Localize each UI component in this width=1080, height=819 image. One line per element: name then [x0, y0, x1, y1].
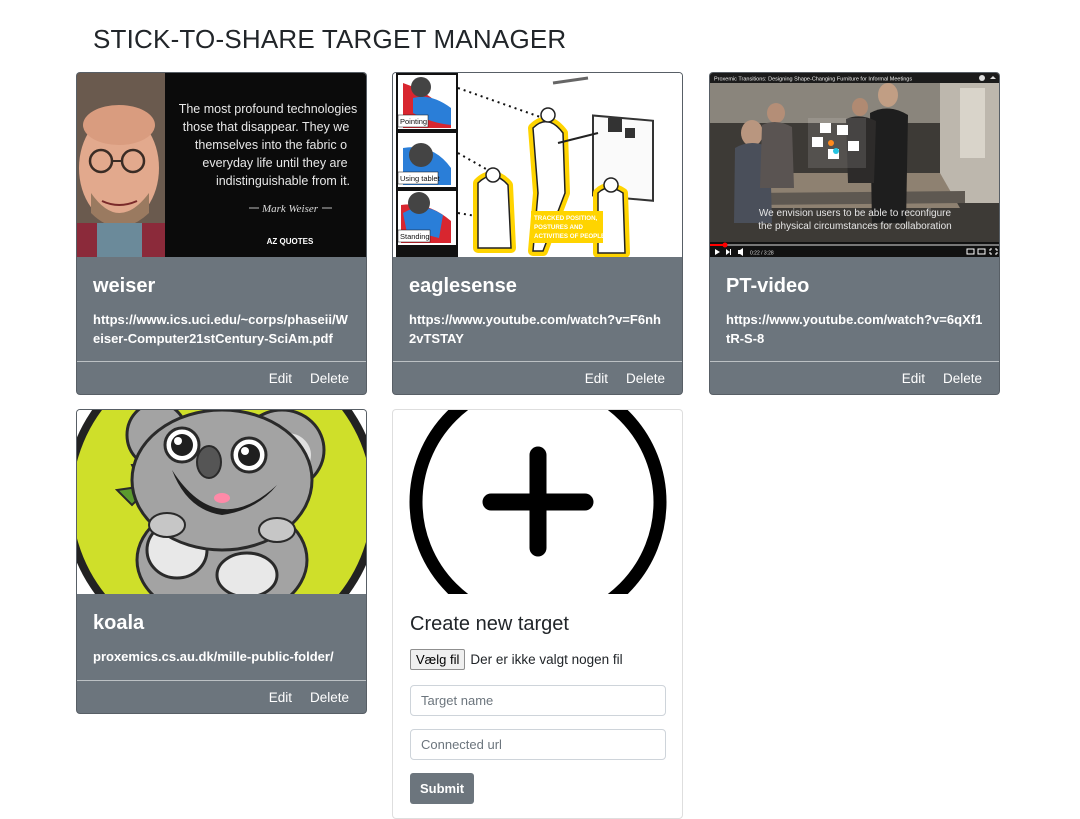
- quote-brand-logo: AZ QUOTES: [267, 237, 314, 246]
- watch-later-icon: [979, 75, 985, 81]
- quote-line: those that disappear. They we: [183, 120, 350, 134]
- video-subtitle: We envision users to be able to reconfig…: [759, 208, 952, 219]
- card-footer: Edit Delete: [77, 680, 366, 713]
- pose-label: Pointing: [400, 117, 427, 126]
- eaglesense-diagram-image: Pointing Using tablet Standing TRACKED P…: [393, 73, 682, 257]
- card-footer: Edit Delete: [710, 361, 999, 394]
- target-url: https://www.ics.uci.edu/~corps/phaseii/W…: [93, 312, 348, 346]
- file-status: Der er ikke valgt nogen fil: [470, 652, 623, 667]
- delete-button[interactable]: Delete: [619, 367, 672, 390]
- target-name: koala: [93, 612, 145, 634]
- edit-button[interactable]: Edit: [262, 686, 299, 709]
- quote-line: indistinguishable from it.: [216, 174, 350, 188]
- quote-line: everyday life until they are: [202, 156, 347, 170]
- edit-button[interactable]: Edit: [262, 367, 299, 390]
- target-name: eaglesense: [409, 275, 517, 297]
- delete-button[interactable]: Delete: [303, 686, 356, 709]
- target-card-koala: koala proxemics.cs.au.dk/mille-public-fo…: [76, 409, 367, 714]
- target-thumbnail: [77, 410, 366, 594]
- submit-button[interactable]: Submit: [410, 773, 475, 804]
- quote-line: The most profound technologies: [179, 102, 358, 116]
- target-name: PT-video: [726, 275, 810, 297]
- pose-label: Standing: [400, 232, 430, 241]
- koala-illustration: [77, 410, 366, 594]
- caption-line: TRACKED POSITION,: [534, 215, 598, 222]
- create-heading: Create new target: [410, 613, 569, 635]
- target-thumbnail: Proxemic Transitions: Designing Shape-Ch…: [710, 73, 999, 257]
- add-target-image: [393, 410, 682, 594]
- quote-line: themselves into the fabric o: [195, 138, 347, 152]
- target-thumbnail: The most profound technologies those tha…: [77, 73, 366, 257]
- target-card-weiser: The most profound technologies those tha…: [76, 72, 367, 395]
- weiser-quote-image: The most profound technologies those tha…: [77, 73, 366, 257]
- target-name: weiser: [93, 275, 156, 297]
- page-title: STICK-TO-SHARE TARGET MANAGER: [93, 24, 567, 54]
- delete-button[interactable]: Delete: [303, 367, 356, 390]
- card-footer: Edit Delete: [393, 361, 682, 394]
- edit-button[interactable]: Edit: [578, 367, 615, 390]
- choose-file-button[interactable]: Vælg fil: [410, 649, 466, 670]
- create-target-card: Create new target Vælg fil Der er ikke v…: [392, 409, 683, 819]
- caption-line: POSTURES AND: [534, 224, 583, 231]
- video-subtitle: the physical circumstances for collabora…: [758, 221, 951, 232]
- target-url: https://www.youtube.com/watch?v=F6nh2vTS…: [409, 312, 661, 346]
- target-thumbnail: Pointing Using tablet Standing TRACKED P…: [393, 73, 682, 257]
- video-title: Proxemic Transitions: Designing Shape-Ch…: [714, 77, 912, 83]
- edit-button[interactable]: Edit: [895, 367, 932, 390]
- video-time: 0:22 / 3:28: [750, 251, 774, 257]
- target-card-eaglesense: Pointing Using tablet Standing TRACKED P…: [392, 72, 683, 395]
- target-name-input[interactable]: [410, 685, 666, 716]
- pose-label: Using tablet: [400, 174, 441, 183]
- target-card-pt-video: Proxemic Transitions: Designing Shape-Ch…: [709, 72, 1000, 395]
- quote-author: Mark Weiser: [261, 203, 319, 215]
- card-footer: Edit Delete: [77, 361, 366, 394]
- caption-line: ACTIVITIES OF PEOPLE: [534, 233, 605, 240]
- plus-circle-icon: [409, 410, 667, 594]
- connected-url-input[interactable]: [410, 729, 666, 760]
- delete-button[interactable]: Delete: [936, 367, 989, 390]
- file-picker: Vælg fil Der er ikke valgt nogen fil: [410, 649, 623, 670]
- video-frame-image: Proxemic Transitions: Designing Shape-Ch…: [710, 73, 999, 257]
- target-url: https://www.youtube.com/watch?v=6qXf1tR-…: [726, 312, 983, 346]
- target-url: proxemics.cs.au.dk/mille-public-folder/: [93, 649, 334, 664]
